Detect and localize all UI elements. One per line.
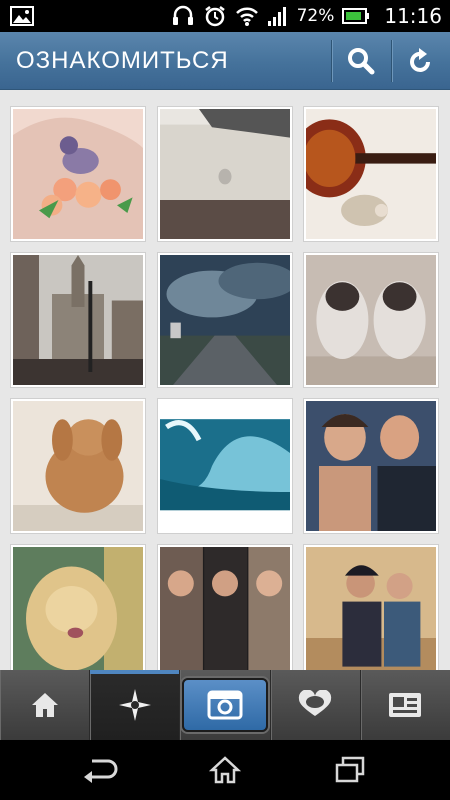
back-icon: [84, 759, 118, 783]
sb-right: 72% 11:16: [171, 0, 442, 32]
photo-thumbnail[interactable]: [10, 106, 146, 242]
battery-percent: 72%: [296, 6, 335, 26]
system-nav-bar: [0, 740, 450, 800]
refresh-button[interactable]: [392, 32, 450, 90]
rabbit-photo: [13, 401, 143, 531]
recent-apps-icon: [335, 756, 365, 783]
photo-thumbnail[interactable]: [10, 252, 146, 388]
photo-thumbnail[interactable]: [157, 106, 293, 242]
photo-thumbnail[interactable]: [157, 398, 293, 534]
tab-news[interactable]: [271, 670, 361, 740]
laptop-photo: [160, 109, 290, 239]
pugs-photo: [306, 255, 436, 385]
photo-thumbnail[interactable]: [10, 398, 146, 534]
tab-explore[interactable]: [90, 670, 181, 740]
alarm-icon: [204, 6, 225, 27]
home-icon: [31, 693, 58, 717]
status-bar: 72% 11:16: [0, 0, 450, 32]
tab-home[interactable]: [0, 670, 91, 740]
home-outline-icon: [209, 756, 241, 784]
photo-thumbnail[interactable]: [303, 398, 439, 534]
news-icon: [299, 690, 332, 716]
explore-grid: [0, 90, 450, 670]
back-button[interactable]: [60, 740, 140, 800]
sb-left: [10, 6, 34, 30]
photo-thumbnail[interactable]: [303, 544, 439, 670]
photo-thumbnail[interactable]: [10, 544, 146, 670]
selfie-photo: [306, 401, 436, 531]
tab-profile[interactable]: [361, 670, 450, 740]
wave-photo: [160, 401, 290, 531]
tattoo-photo: [13, 109, 143, 239]
search-button[interactable]: [332, 32, 390, 90]
collage-photo: [160, 547, 290, 670]
tab-camera[interactable]: [180, 670, 271, 740]
profile-icon: [389, 693, 422, 717]
headset-icon: [172, 5, 193, 25]
photo-thumbnail[interactable]: [293, 106, 439, 242]
signal-icon: [267, 7, 286, 26]
tab-bar: [0, 670, 450, 740]
search-icon: [348, 48, 375, 75]
guitar-photo: [293, 109, 436, 239]
system-home-button[interactable]: [185, 740, 265, 800]
girls-photo: [306, 547, 436, 670]
puppy-photo: [13, 547, 143, 670]
page-title: ОЗНАКОМИТЬСЯ: [16, 47, 229, 74]
refresh-icon: [410, 48, 430, 72]
road-photo: [160, 255, 297, 385]
photo-thumbnail[interactable]: [157, 544, 293, 670]
clock: 11:16: [384, 4, 442, 28]
camera-icon: [207, 690, 243, 720]
action-bar: ОЗНАКОМИТЬСЯ: [0, 32, 450, 90]
photo-thumbnail[interactable]: [303, 252, 439, 388]
photo-thumbnail[interactable]: [157, 252, 297, 388]
wifi-icon: [235, 7, 258, 26]
city-photo: [13, 255, 143, 385]
explore-icon: [118, 689, 151, 721]
battery-icon: [342, 8, 370, 24]
recent-apps-button[interactable]: [310, 740, 390, 800]
camera-button[interactable]: [182, 678, 268, 732]
image-icon: [10, 6, 34, 26]
